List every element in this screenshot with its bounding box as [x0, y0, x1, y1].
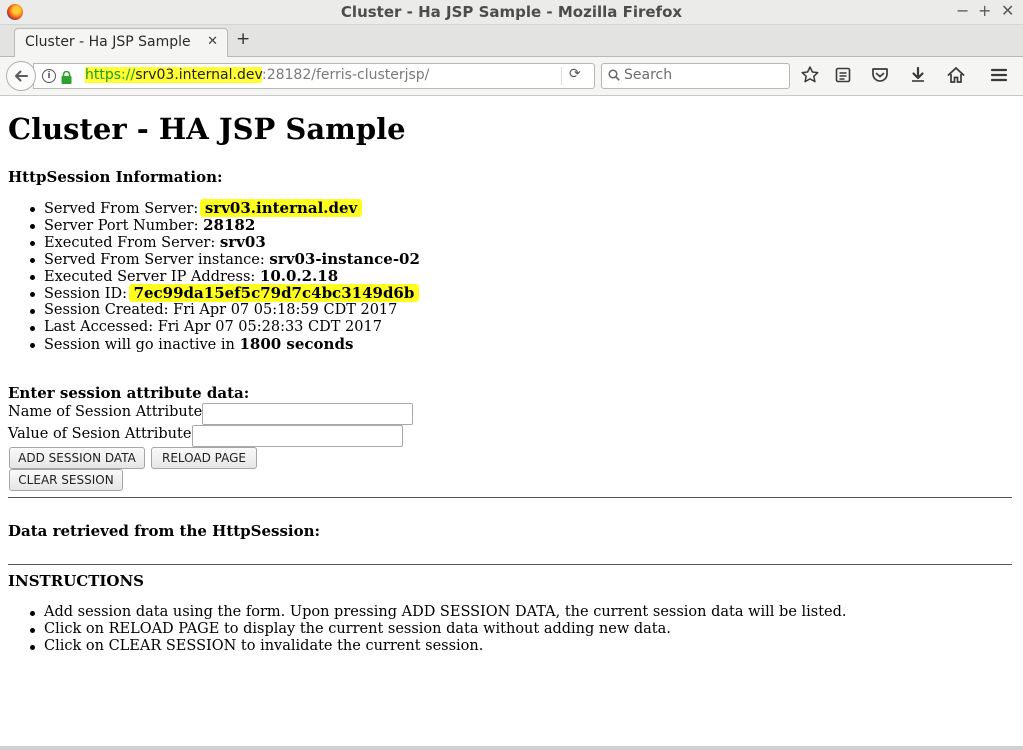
- reading-list-icon[interactable]: [833, 65, 855, 87]
- instruction-item: Add session data using the form. Upon pr…: [30, 604, 847, 620]
- divider: [8, 564, 1012, 565]
- server-instance-value: srv03-instance-02: [269, 250, 420, 268]
- tab-strip: Cluster - Ha JSP Sample ✕ +: [0, 25, 1023, 57]
- url-text[interactable]: https://srv03.internal.dev:28182/ferris-…: [85, 67, 429, 83]
- window-title: Cluster - Ha JSP Sample - Mozilla Firefo…: [340, 3, 683, 21]
- instructions-heading: INSTRUCTIONS: [8, 572, 144, 590]
- url-scheme: https://: [85, 67, 136, 83]
- minimize-icon[interactable]: −: [956, 1, 969, 20]
- tab-close-icon[interactable]: ✕: [207, 34, 218, 49]
- instructions-list: Add session data using the form. Upon pr…: [30, 604, 847, 655]
- session-info-session-id: Session ID: 7ec99da15ef5c79d7c4bc3149d6b: [30, 284, 420, 302]
- session-id-value: 7ec99da15ef5c79d7c4bc3149d6b: [128, 284, 420, 302]
- navigation-toolbar: i https://srv03.internal.dev:28182/ferri…: [0, 57, 1023, 96]
- page-content: Cluster - HA JSP Sample HttpSession Info…: [0, 96, 1023, 750]
- url-host: srv03.internal.dev: [135, 67, 262, 83]
- instruction-item: Click on RELOAD PAGE to display the curr…: [30, 621, 847, 638]
- home-icon[interactable]: [946, 65, 968, 87]
- urlbar-divider: [561, 67, 562, 85]
- served-from-server-value: srv03.internal.dev: [199, 199, 363, 217]
- site-info-icon[interactable]: i: [42, 69, 56, 83]
- attribute-name-input[interactable]: [202, 403, 413, 425]
- session-info-list: Served From Server: srv03.internal.dev S…: [30, 199, 420, 353]
- back-arrow-icon: [15, 70, 28, 82]
- attribute-value-label: Value of Sesion Attribute:: [8, 426, 197, 442]
- reload-icon[interactable]: ⟳: [569, 66, 581, 82]
- downloads-icon[interactable]: [908, 65, 930, 87]
- page-title: Cluster - HA JSP Sample: [8, 112, 406, 146]
- session-created-value: Fri Apr 07 05:18:59 CDT 2017: [173, 302, 398, 318]
- ip-address-value: 10.0.2.18: [259, 267, 339, 285]
- new-tab-icon[interactable]: +: [236, 29, 250, 49]
- inactive-timeout-value: 1800 seconds: [239, 335, 354, 353]
- executed-from-server-value: srv03: [219, 233, 266, 251]
- last-accessed-value: Fri Apr 07 05:28:33 CDT 2017: [157, 319, 382, 335]
- session-info-inactive: Session will go inactive in 1800 seconds: [30, 335, 420, 353]
- session-info-heading: HttpSession Information:: [8, 168, 223, 186]
- back-button[interactable]: [6, 61, 36, 91]
- bookmark-star-icon[interactable]: [800, 65, 822, 87]
- reload-page-button[interactable]: RELOAD PAGE: [151, 447, 257, 469]
- url-path: :28182/ferris-clusterjsp/: [261, 67, 430, 83]
- form-heading: Enter session attribute data:: [8, 384, 250, 402]
- window-bottom-edge: [0, 746, 1023, 750]
- pocket-icon[interactable]: [870, 65, 892, 87]
- search-input[interactable]: [624, 66, 784, 84]
- attribute-value-input[interactable]: [192, 425, 403, 447]
- session-info-server-port: Server Port Number: 28182: [30, 216, 420, 234]
- hamburger-menu-icon[interactable]: [989, 65, 1011, 87]
- session-info-executed-from-server: Executed From Server: srv03: [30, 233, 420, 251]
- server-port-value: 28182: [203, 216, 256, 234]
- session-info-ip-address: Executed Server IP Address: 10.0.2.18: [30, 267, 420, 285]
- session-info-served-from-server: Served From Server: srv03.internal.dev: [30, 199, 420, 217]
- clear-session-button[interactable]: CLEAR SESSION: [9, 469, 123, 491]
- session-info-server-instance: Served From Server instance: srv03-insta…: [30, 250, 420, 268]
- attribute-name-label: Name of Session Attribute:: [8, 404, 208, 420]
- url-bar[interactable]: i https://srv03.internal.dev:28182/ferri…: [33, 63, 595, 89]
- close-window-icon[interactable]: ✕: [1001, 1, 1014, 20]
- tab-label: Cluster - Ha JSP Sample: [25, 34, 191, 50]
- add-session-data-button[interactable]: ADD SESSION DATA: [9, 447, 145, 469]
- instruction-item: Click on CLEAR SESSION to invalidate the…: [30, 638, 847, 655]
- search-bar[interactable]: [601, 63, 790, 89]
- session-info-last-accessed: Last Accessed: Fri Apr 07 05:28:33 CDT 2…: [30, 319, 420, 336]
- divider: [8, 497, 1012, 498]
- window-titlebar: Cluster - Ha JSP Sample - Mozilla Firefo…: [0, 0, 1023, 25]
- tab-cluster-sample[interactable]: Cluster - Ha JSP Sample ✕: [14, 28, 228, 57]
- maximize-icon[interactable]: +: [978, 1, 991, 20]
- search-icon: [608, 69, 620, 81]
- lock-icon[interactable]: [61, 69, 72, 88]
- session-info-created: Session Created: Fri Apr 07 05:18:59 CDT…: [30, 302, 420, 319]
- retrieved-data-heading: Data retrieved from the HttpSession:: [8, 522, 321, 540]
